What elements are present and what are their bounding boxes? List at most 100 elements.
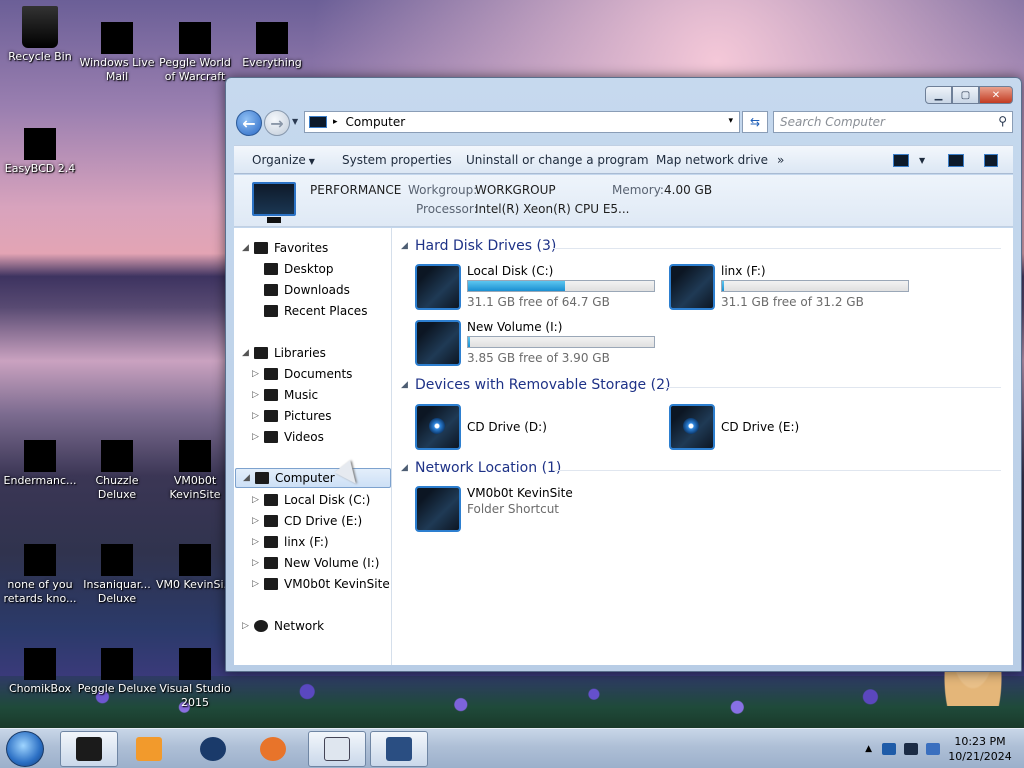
nav-recent-places[interactable]: Recent Places bbox=[264, 301, 367, 321]
documents-icon bbox=[264, 368, 278, 380]
nav-desktop[interactable]: Desktop bbox=[264, 259, 334, 279]
nav-music[interactable]: ▷ Music bbox=[252, 385, 318, 405]
chomikbox[interactable]: ChomikBox bbox=[0, 648, 80, 696]
taskbar-computer[interactable] bbox=[370, 731, 428, 767]
group-removable-storage[interactable]: Devices with Removable Storage (2) bbox=[415, 377, 670, 393]
nav-vm0b0t-kevinsite[interactable]: ▷ VM0b0t KevinSite bbox=[252, 574, 390, 594]
group-divider bbox=[555, 470, 1001, 471]
map-network-drive-button[interactable]: Map network drive bbox=[656, 153, 768, 167]
vm0b0t-kevinsite[interactable]: VM0b0t KevinSite bbox=[155, 440, 235, 502]
capacity-fill bbox=[468, 281, 565, 291]
taskbar-globe-app[interactable] bbox=[184, 731, 242, 767]
nav-computer[interactable]: ◢ Computer bbox=[235, 468, 391, 488]
maximize-button[interactable]: ▢ bbox=[952, 86, 979, 104]
caption-buttons: ▁ ▢ ✕ bbox=[925, 86, 1013, 104]
drive-new-volume-i[interactable]: New Volume (I:) 3.85 GB free of 3.90 GB bbox=[415, 320, 655, 366]
drive-local-disk-c[interactable]: Local Disk (C:) 31.1 GB free of 64.7 GB bbox=[415, 264, 655, 310]
insaniquarium-deluxe[interactable]: Insaniquar... Deluxe bbox=[77, 544, 157, 606]
taskbar-paint[interactable] bbox=[308, 731, 366, 767]
back-button[interactable]: ← bbox=[236, 110, 262, 136]
recent-places-icon bbox=[264, 305, 278, 317]
chuzzle-deluxe[interactable]: Chuzzle Deluxe bbox=[77, 440, 157, 502]
endermanc[interactable]: Endermanc... bbox=[0, 440, 80, 488]
nav-documents[interactable]: ▷ Documents bbox=[252, 364, 352, 384]
peggle-world-of-warcraft[interactable]: Peggle World of Warcraft bbox=[155, 22, 235, 84]
vm0b0t-kevinsite-icon bbox=[179, 440, 211, 472]
breadcrumb-computer[interactable]: Computer bbox=[346, 115, 406, 129]
none-of-you[interactable]: none of you retards kno... bbox=[0, 544, 80, 606]
search-icon[interactable]: ⚲ bbox=[998, 114, 1007, 128]
preview-pane-icon[interactable] bbox=[948, 154, 964, 167]
search-input[interactable]: Search Computer ⚲ bbox=[773, 111, 1013, 133]
memory-value: 4.00 GB bbox=[664, 183, 713, 197]
uninstall-program-button[interactable]: Uninstall or change a program bbox=[466, 153, 649, 167]
none-of-you-icon bbox=[24, 544, 56, 576]
taskbar-explorer[interactable] bbox=[60, 731, 118, 767]
nav-cd-drive-e[interactable]: ▷ CD Drive (E:) bbox=[252, 511, 362, 531]
easybcd[interactable]: EasyBCD 2.4 bbox=[0, 128, 80, 176]
media-player-icon bbox=[136, 737, 162, 761]
nav-network[interactable]: ▷ Network bbox=[242, 616, 324, 636]
nav-libraries[interactable]: ◢ Libraries bbox=[242, 343, 326, 363]
drive-cd-d[interactable]: CD Drive (D:) bbox=[415, 404, 655, 450]
breadcrumb-separator[interactable]: ▸ bbox=[333, 117, 338, 127]
nav-new-volume-i[interactable]: ▷ New Volume (I:) bbox=[252, 553, 379, 573]
nav-local-disk-c[interactable]: ▷ Local Disk (C:) bbox=[252, 490, 370, 510]
change-view-icon[interactable] bbox=[893, 154, 909, 167]
more-commands-button[interactable]: » bbox=[777, 153, 784, 167]
group-network-location[interactable]: Network Location (1) bbox=[415, 460, 561, 476]
nav-pictures[interactable]: ▷ Pictures bbox=[252, 406, 332, 426]
nav-favorites[interactable]: ◢ Favorites bbox=[242, 238, 328, 258]
address-dropdown-icon[interactable]: ▾ bbox=[728, 116, 733, 126]
taskbar-media-player[interactable] bbox=[120, 731, 178, 767]
paint-icon bbox=[324, 737, 350, 761]
capacity-fill bbox=[468, 337, 471, 347]
windows-live-mail-icon bbox=[101, 22, 133, 54]
start-button[interactable] bbox=[6, 731, 44, 767]
recycle-bin[interactable]: Recycle Bin bbox=[0, 6, 80, 64]
hard-drive-icon bbox=[264, 536, 278, 548]
taskbar-firefox[interactable] bbox=[244, 731, 302, 767]
navigation-bar: ← → ▼ ▸ Computer ▾ ⇆ Search Computer ⚲ bbox=[234, 108, 1013, 138]
everything[interactable]: Everything bbox=[232, 22, 312, 70]
star-icon bbox=[254, 242, 268, 254]
address-bar[interactable]: ▸ Computer ▾ bbox=[304, 111, 740, 133]
system-properties-button[interactable]: System properties bbox=[342, 153, 452, 167]
network-vm0b0t-kevinsite[interactable]: VM0b0t KevinSite Folder Shortcut bbox=[415, 486, 655, 532]
clock[interactable]: 10:23 PM 10/21/2024 bbox=[944, 734, 1016, 764]
cd-drive-icon bbox=[415, 404, 461, 450]
chomikbox-icon bbox=[24, 648, 56, 680]
drive-cd-e[interactable]: CD Drive (E:) bbox=[669, 404, 909, 450]
nav-downloads[interactable]: Downloads bbox=[264, 280, 350, 300]
collapse-caret-icon[interactable]: ◢ bbox=[401, 241, 408, 251]
volume-icon[interactable] bbox=[926, 743, 940, 755]
nav-linx-f[interactable]: ▷ linx (F:) bbox=[252, 532, 329, 552]
action-center-icon[interactable] bbox=[882, 743, 896, 755]
collapse-caret-icon[interactable]: ◢ bbox=[401, 380, 408, 390]
network-icon bbox=[254, 620, 268, 632]
help-icon[interactable] bbox=[984, 154, 998, 167]
network-tray-icon[interactable] bbox=[904, 743, 918, 755]
content-area: ◢ Hard Disk Drives (3) Local Disk (C:) 3… bbox=[393, 228, 1013, 665]
everything-icon bbox=[256, 22, 288, 54]
windows-live-mail[interactable]: Windows Live Mail bbox=[77, 22, 157, 84]
visual-studio-2015[interactable]: Visual Studio 2015 bbox=[155, 648, 235, 710]
vm0-kevinsite[interactable]: VM0 KevinSi... bbox=[155, 544, 235, 592]
nav-videos[interactable]: ▷ Videos bbox=[252, 427, 324, 447]
endermanc-icon bbox=[24, 440, 56, 472]
organize-button[interactable]: Organize ▼ bbox=[252, 153, 315, 167]
peggle-deluxe[interactable]: Peggle Deluxe bbox=[77, 648, 157, 696]
recent-pages-dropdown[interactable]: ▼ bbox=[292, 117, 298, 126]
network-folder-icon bbox=[264, 578, 278, 590]
refresh-button[interactable]: ⇆ bbox=[742, 111, 768, 133]
collapse-caret-icon[interactable]: ◢ bbox=[401, 463, 408, 473]
forward-button[interactable]: → bbox=[264, 110, 290, 136]
group-divider bbox=[553, 248, 1001, 249]
view-options-dropdown[interactable]: ▼ bbox=[919, 156, 925, 165]
minimize-button[interactable]: ▁ bbox=[925, 86, 952, 104]
group-hard-disk-drives[interactable]: Hard Disk Drives (3) bbox=[415, 238, 556, 254]
close-button[interactable]: ✕ bbox=[979, 86, 1013, 104]
show-hidden-icons[interactable]: ▲ bbox=[865, 744, 872, 754]
peggle-deluxe-icon bbox=[101, 648, 133, 680]
drive-linx-f[interactable]: linx (F:) 31.1 GB free of 31.2 GB bbox=[669, 264, 909, 310]
